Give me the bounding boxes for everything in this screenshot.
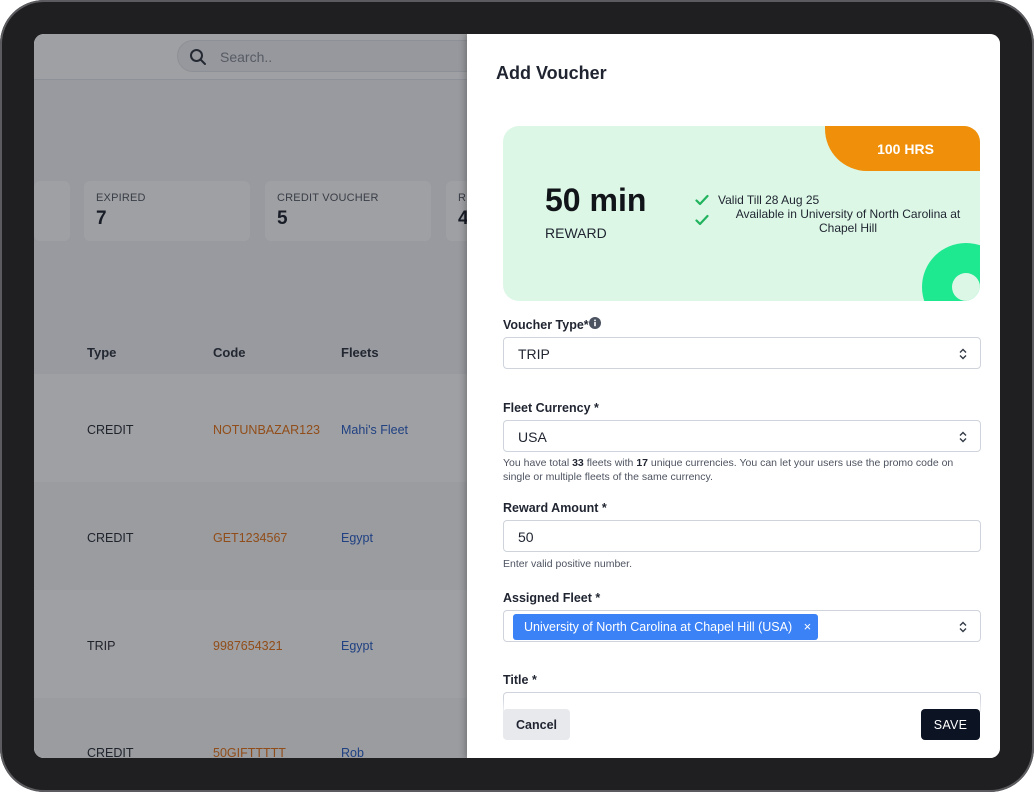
cancel-button[interactable]: Cancel — [503, 709, 570, 740]
reward-amount-value: 50 — [518, 529, 534, 545]
chevron-up-down-icon — [959, 348, 967, 360]
fleet-currency-value: USA — [518, 429, 547, 445]
voucher-valid-till: Valid Till 28 Aug 25 — [718, 193, 820, 207]
voucher-badge: 100 HRS — [825, 126, 980, 171]
voucher-type-label: Voucher Type* — [503, 318, 589, 332]
voucher-amount: 50 min — [545, 182, 647, 218]
voucher-availability: Available in University of North Carolin… — [735, 207, 961, 235]
chevron-up-down-icon — [959, 621, 967, 633]
tablet-frame: EXPIRED 7 CREDIT VOUCHER 5 RE 4 Type Cod… — [0, 0, 1034, 792]
reward-amount-input[interactable]: 50 — [503, 520, 981, 552]
drawer-title: Add Voucher — [496, 63, 607, 83]
save-button[interactable]: SAVE — [921, 709, 980, 740]
screen: EXPIRED 7 CREDIT VOUCHER 5 RE 4 Type Cod… — [34, 34, 1000, 758]
check-icon — [695, 214, 709, 226]
fleet-currency-help: You have total 33 fleets with 17 unique … — [503, 457, 954, 483]
fleet-chip: University of North Carolina at Chapel H… — [513, 614, 819, 640]
fleet-chip-label: University of North Carolina at Chapel H… — [524, 620, 793, 634]
decorative-ring — [922, 243, 980, 301]
add-voucher-drawer: Add Voucher 100 HRS 50 min REWARD Valid … — [467, 34, 1000, 758]
voucher-preview-card: 100 HRS 50 min REWARD Valid Till 28 Aug … — [503, 126, 980, 301]
title-label: Title * — [503, 673, 537, 687]
info-icon[interactable] — [589, 317, 601, 329]
fleet-currency-label: Fleet Currency * — [503, 401, 599, 415]
close-icon[interactable]: × — [804, 614, 812, 640]
reward-amount-label: Reward Amount * — [503, 501, 607, 515]
assigned-fleet-select[interactable]: University of North Carolina at Chapel H… — [503, 610, 981, 642]
assigned-fleet-label: Assigned Fleet * — [503, 591, 601, 605]
reward-amount-help: Enter valid positive number. — [503, 558, 632, 570]
check-icon — [695, 194, 709, 206]
chevron-up-down-icon — [959, 431, 967, 443]
voucher-reward-label: REWARD — [545, 225, 607, 241]
voucher-type-value: TRIP — [518, 346, 550, 362]
voucher-type-select[interactable]: TRIP — [503, 337, 981, 369]
fleet-currency-select[interactable]: USA — [503, 420, 981, 452]
